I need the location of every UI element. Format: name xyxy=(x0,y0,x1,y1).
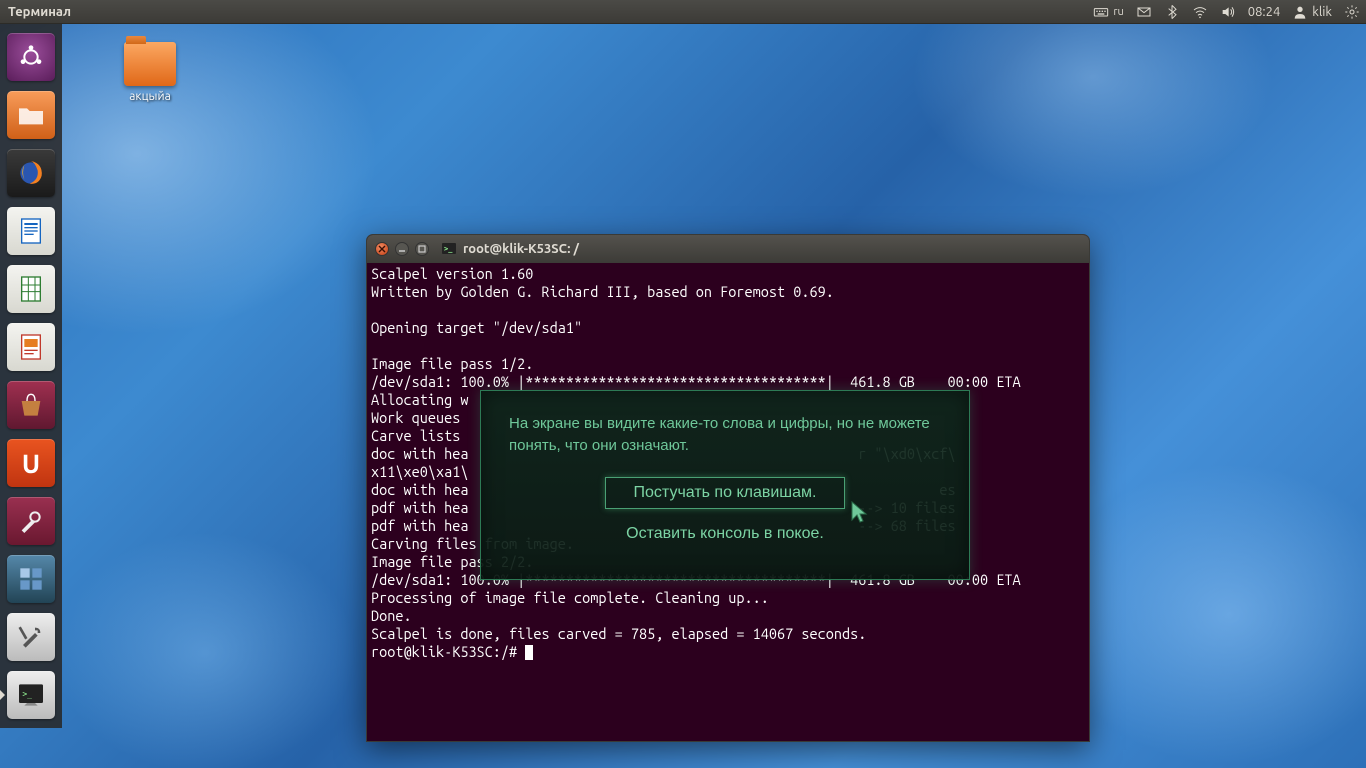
terminal-small-icon: >_ xyxy=(441,241,457,257)
terminal-prompt: root@klik-K53SC:/# xyxy=(371,643,525,660)
wrench-gear-icon xyxy=(15,505,47,537)
game-option-1[interactable]: Постучать по клавишам. xyxy=(605,477,846,509)
keyboard-icon xyxy=(1093,4,1109,20)
window-title: root@klik-K53SC: / xyxy=(463,242,579,256)
svg-text:>_: >_ xyxy=(444,245,453,253)
desktop-folder[interactable]: акцыйа xyxy=(110,42,190,103)
desktop-folder-label: акцыйа xyxy=(110,90,190,103)
maximize-icon xyxy=(418,245,426,253)
workspace-icon xyxy=(15,563,47,595)
launcher-workspace-switcher[interactable] xyxy=(5,553,57,605)
messages-indicator[interactable] xyxy=(1130,0,1158,23)
top-menubar: Терминал ru 08:24 klik xyxy=(0,0,1366,24)
terminal-icon: >_ xyxy=(15,679,47,711)
network-indicator[interactable] xyxy=(1186,0,1214,23)
ubuntu-logo-icon xyxy=(15,41,47,73)
gear-icon xyxy=(1344,4,1360,20)
unity-launcher: U >_ xyxy=(0,24,62,728)
active-app-title: Терминал xyxy=(0,5,71,19)
sound-indicator[interactable] xyxy=(1214,0,1242,23)
game-dialog: На экране вы видите какие-то слова и циф… xyxy=(480,390,970,580)
svg-text:>_: >_ xyxy=(22,689,32,698)
firefox-icon xyxy=(15,157,47,189)
launcher-ubuntu-one[interactable]: U xyxy=(5,437,57,489)
launcher-terminal[interactable]: >_ xyxy=(5,669,57,721)
writer-icon xyxy=(15,215,47,247)
terminal-cursor xyxy=(525,645,533,660)
session-indicator[interactable] xyxy=(1338,0,1366,23)
software-center-icon xyxy=(15,389,47,421)
clock-indicator[interactable]: 08:24 xyxy=(1242,0,1287,23)
tools-icon xyxy=(15,621,47,653)
volume-icon xyxy=(1220,4,1236,20)
keyboard-indicator[interactable]: ru xyxy=(1087,0,1129,23)
launcher-software-center[interactable] xyxy=(5,379,57,431)
minimize-icon xyxy=(398,245,406,253)
window-titlebar[interactable]: >_ root@klik-K53SC: / xyxy=(367,235,1089,263)
folder-icon xyxy=(124,42,176,86)
launcher-writer[interactable] xyxy=(5,205,57,257)
close-icon xyxy=(378,245,386,253)
window-maximize-button[interactable] xyxy=(415,242,429,256)
ubuntu-one-icon: U xyxy=(22,449,40,478)
window-close-button[interactable] xyxy=(375,242,389,256)
game-cursor xyxy=(850,500,868,524)
launcher-impress[interactable] xyxy=(5,321,57,373)
launcher-files[interactable] xyxy=(5,89,57,141)
game-dialog-options: Постучать по клавишам. Оставить консоль … xyxy=(509,477,941,549)
keyboard-lang-label: ru xyxy=(1113,6,1123,18)
game-dialog-message: На экране вы видите какие-то слова и циф… xyxy=(509,413,941,457)
launcher-dash[interactable] xyxy=(5,31,57,83)
bluetooth-indicator[interactable] xyxy=(1158,0,1186,23)
mail-icon xyxy=(1136,4,1152,20)
impress-icon xyxy=(15,331,47,363)
folder-icon xyxy=(15,99,47,131)
launcher-firefox[interactable] xyxy=(5,147,57,199)
launcher-calc[interactable] xyxy=(5,263,57,315)
launcher-settings-app[interactable] xyxy=(5,611,57,663)
clock-time: 08:24 xyxy=(1248,5,1281,19)
user-name-label: klik xyxy=(1312,5,1332,19)
window-minimize-button[interactable] xyxy=(395,242,409,256)
wifi-icon xyxy=(1192,4,1208,20)
user-indicator[interactable]: klik xyxy=(1286,0,1338,23)
cursor-icon xyxy=(850,500,868,524)
game-option-2[interactable]: Оставить консоль в покое. xyxy=(598,519,852,549)
bluetooth-icon xyxy=(1164,4,1180,20)
user-icon xyxy=(1292,4,1308,20)
launcher-system-settings[interactable] xyxy=(5,495,57,547)
calc-icon xyxy=(15,273,47,305)
